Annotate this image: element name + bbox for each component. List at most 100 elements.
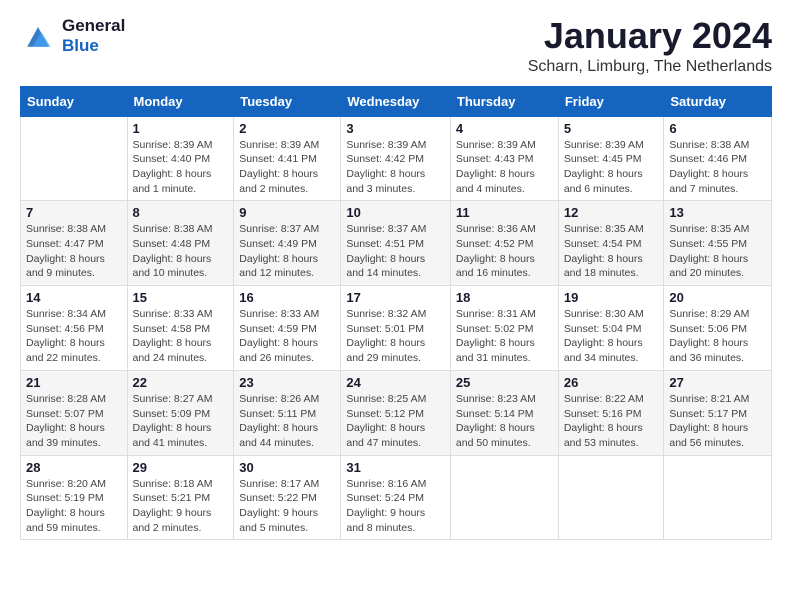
day-number: 14	[26, 290, 122, 305]
calendar-cell: 7Sunrise: 8:38 AMSunset: 4:47 PMDaylight…	[21, 201, 128, 286]
calendar-cell: 8 Sunrise: 8:38 AMSunset: 4:48 PMDaylight…	[127, 201, 234, 286]
calendar-week-row-0: 1Sunrise: 8:39 AMSunset: 4:40 PMDaylight…	[21, 116, 772, 201]
day-number: 21	[26, 375, 122, 390]
calendar-cell: 3 Sunrise: 8:39 AMSunset: 4:42 PMDaylight…	[341, 116, 451, 201]
day-number: 2	[239, 121, 335, 136]
day-detail: Sunrise: 8:30 AMSunset: 5:04 PMDaylight:…	[564, 307, 659, 366]
calendar-cell: 28 Sunrise: 8:20 AMSunset: 5:19 PMDayligh…	[21, 455, 128, 540]
day-detail: Sunrise: 8:38 AMSunset: 4:48 PMDaylight:…	[133, 222, 229, 281]
weekday-header-monday: Monday	[127, 86, 234, 116]
calendar-week-row-2: 14 Sunrise: 8:34 AMSunset: 4:56 PMDayligh…	[21, 286, 772, 371]
calendar-cell: 11Sunrise: 8:36 AMSunset: 4:52 PMDayligh…	[450, 201, 558, 286]
calendar-cell	[450, 455, 558, 540]
calendar-cell: 5Sunrise: 8:39 AMSunset: 4:45 PMDaylight…	[558, 116, 664, 201]
calendar-cell: 22 Sunrise: 8:27 AMSunset: 5:09 PMDayligh…	[127, 370, 234, 455]
day-detail: Sunrise: 8:38 AMSunset: 4:47 PMDaylight:…	[26, 222, 122, 281]
calendar-cell: 24 Sunrise: 8:25 AMSunset: 5:12 PMDayligh…	[341, 370, 451, 455]
day-number: 15	[133, 290, 229, 305]
calendar-cell: 9 Sunrise: 8:37 AMSunset: 4:49 PMDaylight…	[234, 201, 341, 286]
calendar-cell: 25Sunrise: 8:23 AMSunset: 5:14 PMDayligh…	[450, 370, 558, 455]
calendar-cell: 4 Sunrise: 8:39 AMSunset: 4:43 PMDaylight…	[450, 116, 558, 201]
day-number: 29	[133, 460, 229, 475]
day-detail: Sunrise: 8:32 AMSunset: 5:01 PMDaylight:…	[346, 307, 445, 366]
calendar-cell: 27 Sunrise: 8:21 AMSunset: 5:17 PMDayligh…	[664, 370, 772, 455]
day-number: 18	[456, 290, 553, 305]
day-number: 11	[456, 205, 553, 220]
calendar-cell: 31 Sunrise: 8:16 AMSunset: 5:24 PMDayligh…	[341, 455, 451, 540]
day-detail: Sunrise: 8:33 AMSunset: 4:59 PMDaylight:…	[239, 307, 335, 366]
day-detail: Sunrise: 8:39 AMSunset: 4:40 PMDaylight:…	[133, 138, 229, 197]
calendar-cell: 12 Sunrise: 8:35 AMSunset: 4:54 PMDayligh…	[558, 201, 664, 286]
day-number: 13	[669, 205, 766, 220]
calendar-cell	[21, 116, 128, 201]
calendar-cell: 17Sunrise: 8:32 AMSunset: 5:01 PMDayligh…	[341, 286, 451, 371]
day-detail: Sunrise: 8:38 AMSunset: 4:46 PMDaylight:…	[669, 138, 766, 197]
day-detail: Sunrise: 8:34 AMSunset: 4:56 PMDaylight:…	[26, 307, 122, 366]
calendar-week-row-4: 28 Sunrise: 8:20 AMSunset: 5:19 PMDayligh…	[21, 455, 772, 540]
page-header: General Blue January 2024 Scharn, Limbur…	[20, 16, 772, 76]
title-area: January 2024 Scharn, Limburg, The Nether…	[528, 16, 772, 76]
day-detail: Sunrise: 8:16 AMSunset: 5:24 PMDaylight:…	[346, 477, 445, 536]
calendar-cell: 13 Sunrise: 8:35 AMSunset: 4:55 PMDayligh…	[664, 201, 772, 286]
month-title: January 2024	[528, 16, 772, 56]
day-detail: Sunrise: 8:21 AMSunset: 5:17 PMDaylight:…	[669, 392, 766, 451]
day-detail: Sunrise: 8:37 AMSunset: 4:51 PMDaylight:…	[346, 222, 445, 281]
calendar-cell: 19 Sunrise: 8:30 AMSunset: 5:04 PMDayligh…	[558, 286, 664, 371]
calendar-cell: 29 Sunrise: 8:18 AMSunset: 5:21 PMDayligh…	[127, 455, 234, 540]
day-detail: Sunrise: 8:20 AMSunset: 5:19 PMDaylight:…	[26, 477, 122, 536]
day-number: 8	[133, 205, 229, 220]
day-number: 5	[564, 121, 659, 136]
day-detail: Sunrise: 8:27 AMSunset: 5:09 PMDaylight:…	[133, 392, 229, 451]
calendar-cell: 26 Sunrise: 8:22 AMSunset: 5:16 PMDayligh…	[558, 370, 664, 455]
day-number: 22	[133, 375, 229, 390]
day-detail: Sunrise: 8:25 AMSunset: 5:12 PMDaylight:…	[346, 392, 445, 451]
day-number: 25	[456, 375, 553, 390]
day-number: 24	[346, 375, 445, 390]
day-number: 3	[346, 121, 445, 136]
day-number: 10	[346, 205, 445, 220]
day-detail: Sunrise: 8:35 AMSunset: 4:55 PMDaylight:…	[669, 222, 766, 281]
day-detail: Sunrise: 8:17 AMSunset: 5:22 PMDaylight:…	[239, 477, 335, 536]
day-number: 19	[564, 290, 659, 305]
location-title: Scharn, Limburg, The Netherlands	[528, 58, 772, 76]
day-number: 20	[669, 290, 766, 305]
day-detail: Sunrise: 8:22 AMSunset: 5:16 PMDaylight:…	[564, 392, 659, 451]
day-number: 12	[564, 205, 659, 220]
calendar-cell: 18 Sunrise: 8:31 AMSunset: 5:02 PMDayligh…	[450, 286, 558, 371]
weekday-header-sunday: Sunday	[21, 86, 128, 116]
weekday-header-wednesday: Wednesday	[341, 86, 451, 116]
weekday-header-saturday: Saturday	[664, 86, 772, 116]
day-detail: Sunrise: 8:37 AMSunset: 4:49 PMDaylight:…	[239, 222, 335, 281]
day-number: 27	[669, 375, 766, 390]
day-number: 28	[26, 460, 122, 475]
logo-text: General Blue	[62, 16, 125, 55]
day-detail: Sunrise: 8:39 AMSunset: 4:42 PMDaylight:…	[346, 138, 445, 197]
day-detail: Sunrise: 8:28 AMSunset: 5:07 PMDaylight:…	[26, 392, 122, 451]
calendar-cell: 1Sunrise: 8:39 AMSunset: 4:40 PMDaylight…	[127, 116, 234, 201]
calendar-cell: 10 Sunrise: 8:37 AMSunset: 4:51 PMDayligh…	[341, 201, 451, 286]
day-number: 4	[456, 121, 553, 136]
day-number: 30	[239, 460, 335, 475]
calendar-cell: 16 Sunrise: 8:33 AMSunset: 4:59 PMDayligh…	[234, 286, 341, 371]
logo-blue: Blue	[62, 36, 99, 55]
day-detail: Sunrise: 8:26 AMSunset: 5:11 PMDaylight:…	[239, 392, 335, 451]
calendar-week-row-3: 21 Sunrise: 8:28 AMSunset: 5:07 PMDayligh…	[21, 370, 772, 455]
day-number: 31	[346, 460, 445, 475]
day-detail: Sunrise: 8:18 AMSunset: 5:21 PMDaylight:…	[133, 477, 229, 536]
logo-general: General	[62, 16, 125, 35]
day-number: 9	[239, 205, 335, 220]
calendar-cell: 14 Sunrise: 8:34 AMSunset: 4:56 PMDayligh…	[21, 286, 128, 371]
day-detail: Sunrise: 8:31 AMSunset: 5:02 PMDaylight:…	[456, 307, 553, 366]
calendar-cell: 21 Sunrise: 8:28 AMSunset: 5:07 PMDayligh…	[21, 370, 128, 455]
logo: General Blue	[20, 16, 125, 55]
weekday-header-friday: Friday	[558, 86, 664, 116]
day-number: 26	[564, 375, 659, 390]
calendar-cell: 2Sunrise: 8:39 AMSunset: 4:41 PMDaylight…	[234, 116, 341, 201]
day-detail: Sunrise: 8:29 AMSunset: 5:06 PMDaylight:…	[669, 307, 766, 366]
calendar-cell: 6Sunrise: 8:38 AMSunset: 4:46 PMDaylight…	[664, 116, 772, 201]
day-detail: Sunrise: 8:39 AMSunset: 4:43 PMDaylight:…	[456, 138, 553, 197]
calendar-week-row-1: 7Sunrise: 8:38 AMSunset: 4:47 PMDaylight…	[21, 201, 772, 286]
calendar-cell: 23Sunrise: 8:26 AMSunset: 5:11 PMDayligh…	[234, 370, 341, 455]
day-detail: Sunrise: 8:35 AMSunset: 4:54 PMDaylight:…	[564, 222, 659, 281]
day-number: 16	[239, 290, 335, 305]
